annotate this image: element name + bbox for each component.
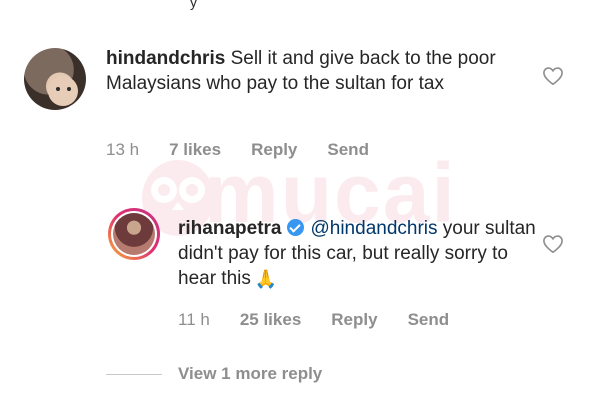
verified-badge-icon (287, 219, 305, 236)
comments-screen: y mucai hindandchris Sell it and give ba… (0, 0, 600, 400)
praying-hands-icon: 🙏 (254, 269, 278, 289)
previous-comment-fragment: y (190, 0, 197, 10)
send-button[interactable]: Send (327, 140, 369, 160)
comment-username[interactable]: hindandchris (106, 48, 225, 69)
reply-button[interactable]: Reply (331, 310, 377, 330)
reply-mention[interactable]: @hindandchris (310, 218, 437, 239)
avatar-rihanapetra[interactable] (111, 211, 157, 257)
reply-button[interactable]: Reply (251, 140, 297, 160)
comment-likes[interactable]: 7 likes (169, 140, 221, 160)
reply-time: 11 h (178, 310, 210, 329)
comment-time: 13 h (106, 140, 140, 159)
comment-meta: 13 h 7 likes Reply Send (106, 140, 399, 160)
send-button[interactable]: Send (408, 310, 450, 330)
view-more-replies[interactable]: View 1 more reply (106, 364, 322, 384)
reply-body: rihanapetra @hindandchris your sultan did… (178, 216, 538, 292)
divider-line (106, 373, 162, 375)
like-heart-icon[interactable] (542, 234, 564, 254)
avatar-hindandchris[interactable] (24, 48, 86, 110)
view-more-label[interactable]: View 1 more reply (178, 364, 322, 384)
reply-username[interactable]: rihanapetra (178, 218, 281, 239)
comment-body: hindandchris Sell it and give back to th… (106, 46, 536, 96)
reply-meta: 11 h 25 likes Reply Send (178, 310, 479, 330)
like-heart-icon[interactable] (542, 66, 564, 86)
reply-likes[interactable]: 25 likes (240, 310, 301, 330)
